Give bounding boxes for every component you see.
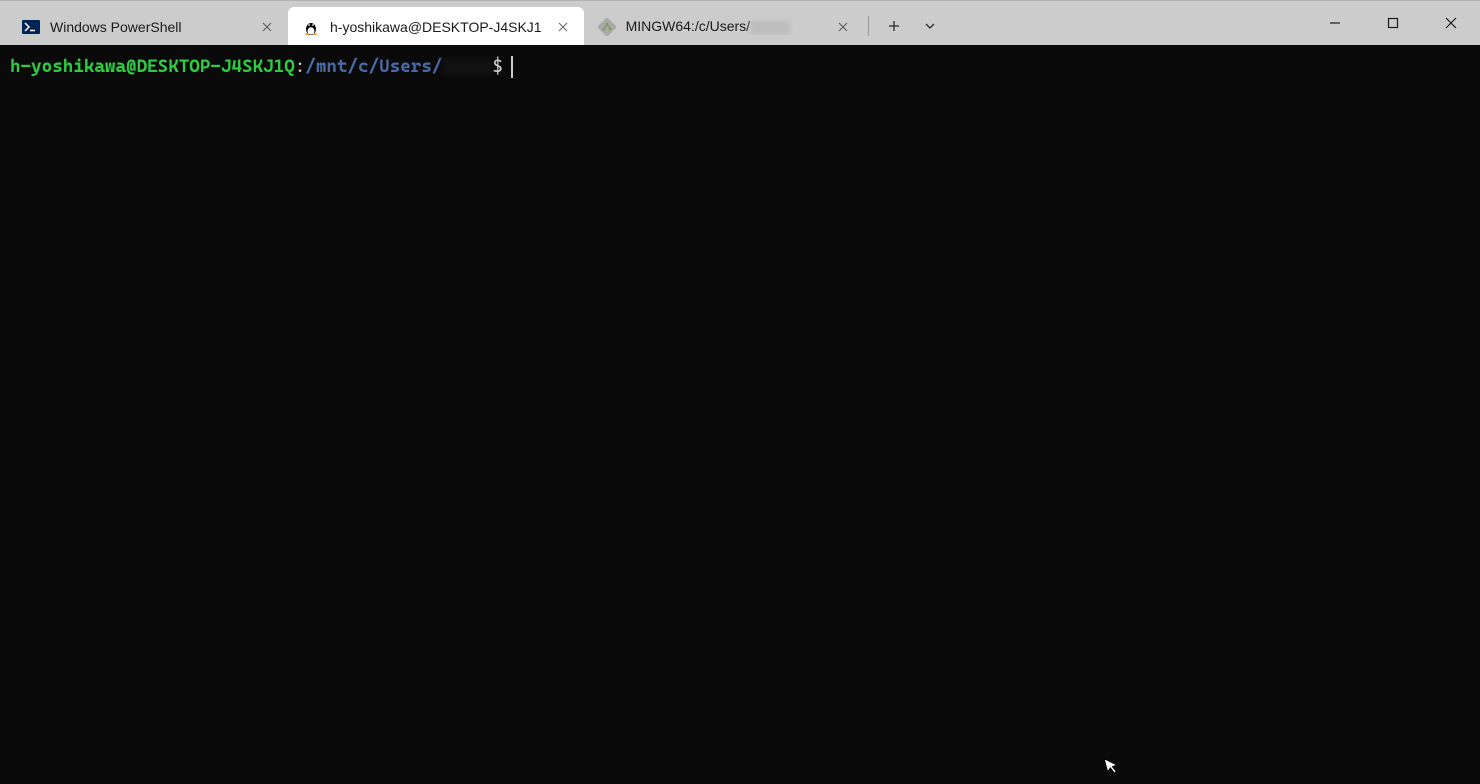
titlebar: Windows PowerShell h-yoshikaw: [0, 0, 1480, 45]
new-tab-button[interactable]: [877, 10, 911, 42]
tab-close-button[interactable]: [256, 16, 278, 38]
tux-icon: [302, 18, 320, 36]
prompt-user-host: h-yoshikawa@DESKTOP-J4SKJ1Q: [10, 55, 295, 78]
minimize-button[interactable]: [1306, 1, 1364, 45]
redacted-text: [442, 58, 492, 76]
tab-strip: Windows PowerShell h-yoshikaw: [0, 1, 864, 45]
mouse-cursor-icon: [1103, 755, 1123, 782]
tab-close-button[interactable]: [552, 16, 574, 38]
window-controls: [1306, 1, 1480, 45]
tab-git-bash[interactable]: MINGW64:/c/Users/: [584, 7, 864, 46]
redacted-text: [750, 21, 790, 35]
prompt-path: /mnt/c/Users/: [305, 55, 442, 78]
close-window-button[interactable]: [1422, 1, 1480, 45]
tab-label: MINGW64:/c/Users/: [626, 18, 822, 34]
tab-powershell[interactable]: Windows PowerShell: [8, 7, 288, 46]
prompt-line: h-yoshikawa@DESKTOP-J4SKJ1Q:/mnt/c/Users…: [10, 55, 1470, 78]
titlebar-drag-region[interactable]: [951, 1, 1306, 45]
tab-dropdown-button[interactable]: [913, 10, 947, 42]
maximize-button[interactable]: [1364, 1, 1422, 45]
text-cursor: [511, 56, 513, 78]
tab-close-button[interactable]: [832, 16, 854, 38]
prompt-symbol: $: [492, 55, 503, 78]
git-bash-icon: [598, 18, 616, 36]
tab-label: h-yoshikawa@DESKTOP-J4SKJ1: [330, 19, 542, 35]
terminal-viewport[interactable]: h-yoshikawa@DESKTOP-J4SKJ1Q:/mnt/c/Users…: [0, 45, 1480, 784]
tab-wsl-linux[interactable]: h-yoshikawa@DESKTOP-J4SKJ1: [288, 7, 584, 46]
tab-label: Windows PowerShell: [50, 19, 246, 35]
tab-actions: [873, 1, 951, 45]
powershell-icon: [22, 18, 40, 36]
prompt-separator: :: [295, 55, 306, 78]
divider: [868, 16, 869, 36]
